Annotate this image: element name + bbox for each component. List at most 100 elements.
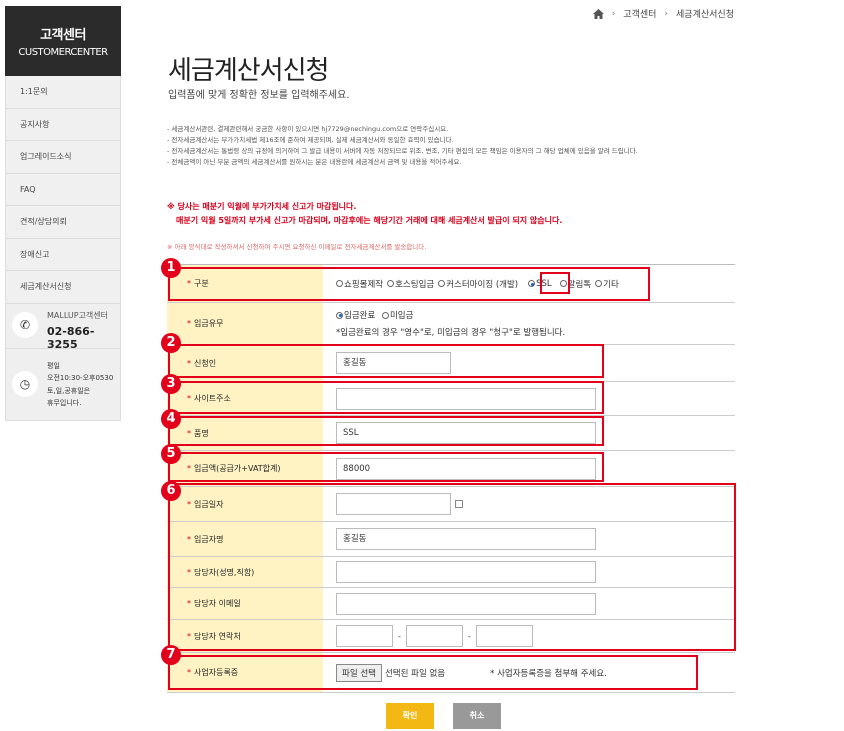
calendar-icon[interactable] bbox=[455, 500, 463, 508]
notice-item: - 세금계산서관련, 결제관련해서 궁금한 사항이 있으시면 hj7729@ne… bbox=[167, 125, 449, 133]
sidebar-item-error-report[interactable]: 장애신고 bbox=[6, 239, 120, 271]
notice-item: - 전체금액이 아닌 부분 금액의 세금계산서를 원하시는 분은 내용란에 세금… bbox=[167, 158, 462, 166]
required-mark: * bbox=[187, 279, 191, 288]
phone-separator: - bbox=[467, 631, 471, 641]
hours-line: 평일 bbox=[47, 361, 60, 370]
required-mark: * bbox=[187, 668, 191, 677]
phone-separator: - bbox=[398, 631, 401, 641]
phone-part-2-input[interactable] bbox=[405, 625, 463, 647]
radio-icon bbox=[438, 280, 446, 287]
category-option-custom[interactable]: 커스터마이징 (개발) bbox=[438, 278, 518, 290]
sidebar-menu: 1:1문의 공지사항 업그레이드소식 FAQ 견적/상담의뢰 장애신고 세금계산… bbox=[5, 76, 121, 304]
annotation-number: 5 bbox=[161, 444, 181, 464]
file-select-button[interactable]: 파일 선택 bbox=[336, 663, 382, 682]
row-depositor: * 입금자명 홍길동 bbox=[167, 522, 735, 557]
category-option-shopping[interactable]: 쇼핑몰제작 bbox=[336, 278, 383, 290]
site-url-input[interactable] bbox=[336, 387, 596, 410]
annotation-number: 6 bbox=[161, 481, 181, 501]
breadcrumb-item[interactable]: 고객센터 bbox=[623, 7, 656, 20]
required-mark: * bbox=[187, 499, 191, 509]
annotation-number: 3 bbox=[161, 374, 181, 394]
phone-part-1-input[interactable] bbox=[336, 625, 393, 647]
row-payment-status: * 입금유무 입금완료 미입금 *입금완료의 경우 "영수"로, 미입금의 경우 … bbox=[167, 303, 735, 345]
required-mark: * bbox=[187, 567, 191, 577]
row-manager-phone: * 담당자 연락처 - - bbox=[167, 620, 735, 653]
form-instruction: ※ 아래 양식대로 작성하셔서 신청하여 주시면 요청하신 이메일로 전자세금계… bbox=[167, 243, 427, 251]
sidebar-item-upgrade[interactable]: 업그레이드소식 bbox=[6, 141, 120, 174]
radio-icon bbox=[595, 280, 603, 287]
sidebar-subtitle: CUSTOMERCENTER bbox=[18, 47, 108, 58]
row-deposit-date: * 입금일자 bbox=[167, 487, 735, 522]
radio-icon bbox=[336, 280, 343, 287]
required-mark: * bbox=[187, 394, 191, 403]
required-mark: * bbox=[187, 464, 191, 473]
contact-label: MALLUP고객센터 bbox=[47, 310, 109, 320]
deposit-date-label: 입금일자 bbox=[194, 499, 224, 509]
manager-label: 담당자(성명,직함) bbox=[194, 567, 255, 577]
radio-icon bbox=[387, 280, 395, 287]
amount-input[interactable]: 88000 bbox=[336, 457, 596, 480]
confirm-button[interactable]: 확인 bbox=[386, 703, 434, 729]
sidebar-item-faq[interactable]: FAQ bbox=[6, 174, 120, 206]
sidebar-item-notice[interactable]: 공지사항 bbox=[6, 109, 120, 141]
depositor-input[interactable]: 홍길동 bbox=[336, 528, 596, 550]
contact-phone: 02-866-3255 bbox=[47, 324, 95, 351]
category-option-hosting[interactable]: 호스팅입금 bbox=[387, 278, 434, 290]
annotation-number: 4 bbox=[161, 409, 181, 429]
chevron-right-icon: › bbox=[611, 8, 616, 19]
radio-icon bbox=[559, 280, 567, 287]
home-icon[interactable] bbox=[592, 8, 604, 19]
row-site-url: * 사이트주소 bbox=[167, 382, 735, 416]
payment-status-label: 입금유무 bbox=[194, 319, 224, 328]
notice-item: - 전자세금계산서는 통법령 상의 규정에 의거하여 그 발급 내용이 서버에 … bbox=[167, 147, 638, 155]
depositor-label: 입금자명 bbox=[194, 534, 224, 544]
notice-item: - 전자세금계산서는 부가가치세법 제16조에 준하여 제공되며, 실제 세금계… bbox=[167, 136, 454, 144]
chevron-right-icon: › bbox=[664, 8, 669, 19]
phone-icon: ✆ bbox=[12, 311, 38, 338]
applicant-input[interactable]: 홍길동 bbox=[336, 352, 451, 374]
manager-email-input[interactable] bbox=[336, 592, 596, 615]
biz-license-label: 사업자등록증 bbox=[194, 668, 239, 677]
category-option-etc[interactable]: 기타 bbox=[595, 278, 619, 290]
sidebar-contact: ✆ MALLUP고객센터 02-866-3255 bbox=[5, 303, 121, 351]
category-option-ssl[interactable]: SSL bbox=[528, 279, 552, 289]
radio-icon bbox=[381, 311, 389, 319]
annotation-number: 2 bbox=[161, 333, 181, 353]
cancel-button[interactable]: 취소 bbox=[453, 703, 501, 729]
row-amount: * 입금액(공급가+VAT합계) 88000 bbox=[167, 451, 735, 487]
manager-email-label: 담당자 이메일 bbox=[194, 599, 241, 608]
page-subtitle: 입력폼에 맞게 정확한 정보를 입력해주세요. bbox=[168, 90, 350, 101]
required-mark: * bbox=[187, 534, 191, 544]
radio-selected-icon bbox=[528, 280, 536, 287]
required-mark: * bbox=[187, 319, 191, 328]
required-mark: * bbox=[187, 599, 191, 608]
hours-line: 오전10:30-오후0530 bbox=[47, 374, 114, 382]
category-option-alimtalk[interactable]: 알림톡 bbox=[559, 278, 591, 290]
hours-line: 토,일,공휴일은 bbox=[47, 386, 91, 395]
annotation-number: 7 bbox=[161, 645, 181, 665]
clock-icon: ◷ bbox=[12, 370, 38, 397]
sidebar-item-inquiry[interactable]: 1:1문의 bbox=[6, 76, 120, 109]
sidebar-item-estimate[interactable]: 견적/상담의뢰 bbox=[6, 206, 120, 239]
payment-option-paid[interactable]: 입금완료 bbox=[336, 309, 375, 321]
annotation-number: 1 bbox=[161, 258, 181, 278]
biz-license-note: * 사업자등록증을 첨부해 주세요. bbox=[490, 668, 607, 679]
file-status: 선택된 파일 없음 bbox=[384, 668, 446, 679]
breadcrumb-item[interactable]: 세금계산서신청 bbox=[676, 7, 734, 20]
deposit-date-input[interactable] bbox=[336, 493, 451, 515]
warning-line: ※ 당사는 매분기 익월에 부가가치세 신고가 마감됩니다. bbox=[167, 202, 357, 211]
manager-input[interactable] bbox=[336, 561, 596, 583]
site-url-label: 사이트주소 bbox=[194, 394, 231, 403]
row-product: * 품명 SSL bbox=[167, 416, 735, 451]
phone-part-3-input[interactable] bbox=[475, 625, 533, 647]
sidebar-title: 고객센터 bbox=[40, 28, 86, 43]
hours-line: 휴무입니다. bbox=[47, 399, 82, 407]
vat-warning: ※ 당사는 매분기 익월에 부가가치세 신고가 마감됩니다. 매분기 익월 5일… bbox=[167, 200, 562, 228]
required-mark: * bbox=[187, 358, 191, 368]
payment-option-unpaid[interactable]: 미입금 bbox=[381, 309, 413, 321]
sidebar-header: 고객센터 CUSTOMERCENTER bbox=[5, 6, 121, 76]
category-label: 구분 bbox=[194, 279, 209, 288]
sidebar-item-tax-invoice[interactable]: 세금계산서신청 bbox=[6, 271, 120, 304]
product-input[interactable]: SSL bbox=[336, 422, 596, 444]
amount-label: 입금액(공급가+VAT합계) bbox=[194, 464, 281, 473]
